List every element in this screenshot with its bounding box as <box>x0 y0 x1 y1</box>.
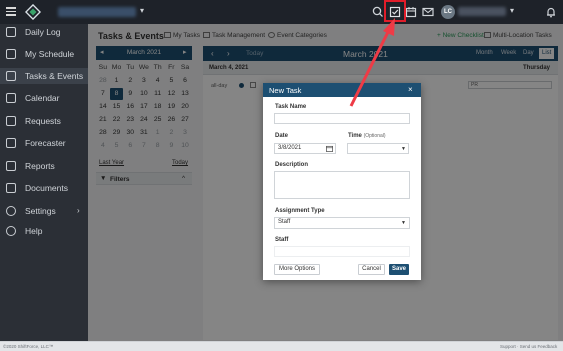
description-textarea[interactable] <box>274 171 410 199</box>
dialog-title: New Task <box>269 86 302 95</box>
date-value: 3/8/2021 <box>278 145 302 151</box>
mail-icon[interactable] <box>421 5 435 19</box>
calendar-icon[interactable] <box>404 5 418 19</box>
new-task-dialog: New Task × Task Name Date 3/8/2021 Time … <box>263 83 421 280</box>
time-select[interactable] <box>347 143 409 154</box>
sidebar-item-label: Tasks & Events <box>25 71 84 81</box>
company-selector[interactable] <box>58 7 136 17</box>
sidebar-item-label: My Schedule <box>25 49 75 59</box>
more-options-button[interactable]: More Options <box>274 264 320 275</box>
staff-select[interactable] <box>274 246 410 257</box>
sidebar-item-label: Reports <box>25 161 55 171</box>
task-name-label: Task Name <box>275 104 307 110</box>
assignment-type-select[interactable]: Staff <box>274 217 410 229</box>
gear-icon <box>6 206 16 216</box>
copyright-text: ©2020 ShiftForce, LLC™ <box>3 344 54 349</box>
description-label: Description <box>275 162 309 168</box>
chevron-down-icon[interactable]: ▾ <box>510 6 514 15</box>
help-icon <box>6 226 16 236</box>
sidebar-item-help[interactable]: Help <box>0 223 88 239</box>
sidebar-item-documents[interactable]: Documents <box>0 180 88 196</box>
sidebar-item-label: Forecaster <box>25 138 66 148</box>
chevron-down-icon: ▼ <box>401 146 406 152</box>
sidebar-item-requests[interactable]: Requests <box>0 113 88 129</box>
time-optional: (Optional) <box>363 133 386 139</box>
task-name-input[interactable] <box>274 113 410 124</box>
time-label-text: Time <box>348 133 362 139</box>
dialog-header: New Task × <box>263 83 421 97</box>
sidebar: Daily Log My Schedule Tasks & Events Cal… <box>0 24 88 341</box>
date-label: Date <box>275 133 289 139</box>
assignment-type-value: Staff <box>278 219 291 225</box>
edit-icon <box>6 27 16 37</box>
checklist-icon <box>6 71 16 81</box>
cancel-button[interactable]: Cancel <box>358 264 385 275</box>
chevron-down-icon[interactable]: ▾ <box>140 6 144 15</box>
sidebar-item-label: Documents <box>25 183 68 193</box>
hamburger-menu-icon[interactable] <box>6 7 16 16</box>
staff-label: Staff <box>275 237 289 243</box>
app-logo[interactable] <box>25 4 41 20</box>
top-bar: ▾ LC ▾ <box>0 0 563 24</box>
chevron-right-icon: › <box>77 206 80 215</box>
footer: ©2020 ShiftForce, LLC™ Support · Send us… <box>0 341 563 351</box>
chevron-down-icon: ▼ <box>401 220 406 226</box>
sidebar-item-tasks-events[interactable]: Tasks & Events <box>0 68 88 84</box>
sidebar-item-settings[interactable]: Settings › <box>0 203 88 219</box>
sidebar-item-label: Settings <box>25 206 56 216</box>
close-icon[interactable]: × <box>408 85 413 94</box>
calendar-icon[interactable] <box>326 145 333 152</box>
sidebar-item-label: Requests <box>25 116 61 126</box>
sidebar-item-label: Calendar <box>25 93 60 103</box>
sidebar-item-label: Daily Log <box>25 27 61 37</box>
mail-icon <box>6 116 16 126</box>
search-icon[interactable] <box>371 5 385 19</box>
calendar-icon <box>6 93 16 103</box>
calendar-icon <box>6 49 16 59</box>
assignment-type-label: Assignment Type <box>275 208 325 214</box>
sidebar-item-my-schedule[interactable]: My Schedule <box>0 46 88 62</box>
sidebar-item-label: Help <box>25 226 43 236</box>
report-icon <box>6 161 16 171</box>
annotation-highlight-box <box>384 0 406 22</box>
sidebar-item-reports[interactable]: Reports <box>0 158 88 174</box>
user-name[interactable] <box>458 7 506 16</box>
user-avatar[interactable]: LC <box>441 5 455 19</box>
time-label: Time (Optional) <box>348 133 386 139</box>
footer-links[interactable]: Support · Send us Feedback <box>500 344 557 349</box>
sidebar-item-daily-log[interactable]: Daily Log <box>0 24 88 40</box>
sidebar-item-calendar[interactable]: Calendar <box>0 90 88 106</box>
bell-icon[interactable] <box>544 5 558 19</box>
save-button[interactable]: Save <box>389 264 409 275</box>
sidebar-item-forecaster[interactable]: Forecaster <box>0 135 88 151</box>
chart-icon <box>6 138 16 148</box>
folder-icon <box>6 183 16 193</box>
